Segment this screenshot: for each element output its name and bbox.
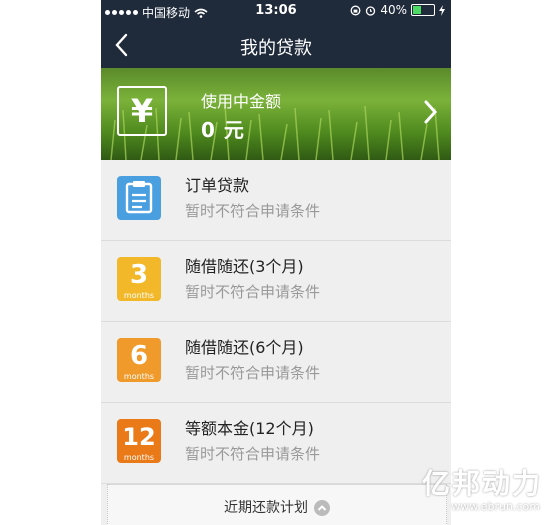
clipboard-icon <box>117 176 161 220</box>
battery-icon <box>411 4 435 16</box>
icon-unit: months <box>123 372 155 381</box>
loan-status: 暂时不符合申请条件 <box>185 283 321 301</box>
balance-amount: 0 元 <box>201 118 245 142</box>
chevron-up-icon <box>314 500 330 516</box>
repayment-plan-header: 近期还款计划 <box>108 497 446 517</box>
alarm-icon <box>366 5 376 16</box>
page-title: 我的贷款 <box>240 38 312 59</box>
list-item-flex-6-months[interactable]: 6 months 随借随还(6个月) 暂时不符合申请条件 <box>101 322 451 403</box>
watermark-logo: 亿邦动力 <box>421 467 542 500</box>
rotation-lock-icon <box>350 5 361 15</box>
status-bar: 中国移动 13:06 40% <box>101 0 451 22</box>
icon-number: 12 <box>122 423 156 451</box>
balance-label: 使用中金额 <box>201 92 282 111</box>
icon-unit: months <box>123 291 155 300</box>
loan-status: 暂时不符合申请条件 <box>185 364 321 382</box>
icon-unit: months <box>123 453 155 462</box>
three-months-icon: 3 months <box>117 257 161 301</box>
watermark-url: www.ebrun.com <box>451 500 540 513</box>
phone-screen: 中国移动 13:06 40% 我的贷款 ¥ 使用中金额 0 元 订单贷款 暂时不… <box>101 0 451 525</box>
list-item-flex-3-months[interactable]: 3 months 随借随还(3个月) 暂时不符合申请条件 <box>101 241 451 322</box>
loan-title: 随借随还(3个月) <box>185 257 304 276</box>
loan-title: 订单贷款 <box>185 176 250 195</box>
icon-number: 3 <box>129 260 149 290</box>
navigation-bar: 我的贷款 <box>101 22 451 68</box>
charging-icon <box>439 4 445 16</box>
loan-product-list: 订单贷款 暂时不符合申请条件 3 months 随借随还(3个月) 暂时不符合申… <box>101 160 451 484</box>
icon-number: 6 <box>129 341 149 371</box>
repayment-plan-label: 近期还款计划 <box>224 500 308 516</box>
six-months-icon: 6 months <box>117 338 161 382</box>
twelve-months-icon: 12 months <box>117 419 161 463</box>
list-item-order-loan[interactable]: 订单贷款 暂时不符合申请条件 <box>101 160 451 241</box>
loan-status: 暂时不符合申请条件 <box>185 202 321 220</box>
chevron-right-icon <box>424 100 438 124</box>
repayment-plan-toggle[interactable]: 近期还款计划 <box>107 484 447 525</box>
loan-title: 等额本金(12个月) <box>185 419 314 438</box>
list-item-equal-principal-12-months[interactable]: 12 months 等额本金(12个月) 暂时不符合申请条件 <box>101 403 451 484</box>
loan-status: 暂时不符合申请条件 <box>185 445 321 463</box>
loan-title: 随借随还(6个月) <box>185 338 304 357</box>
battery-percent: 40% <box>380 3 407 17</box>
status-right: 40% <box>350 3 445 17</box>
loan-balance-banner[interactable]: ¥ 使用中金额 0 元 <box>101 68 451 160</box>
yen-icon: ¥ <box>117 86 167 136</box>
